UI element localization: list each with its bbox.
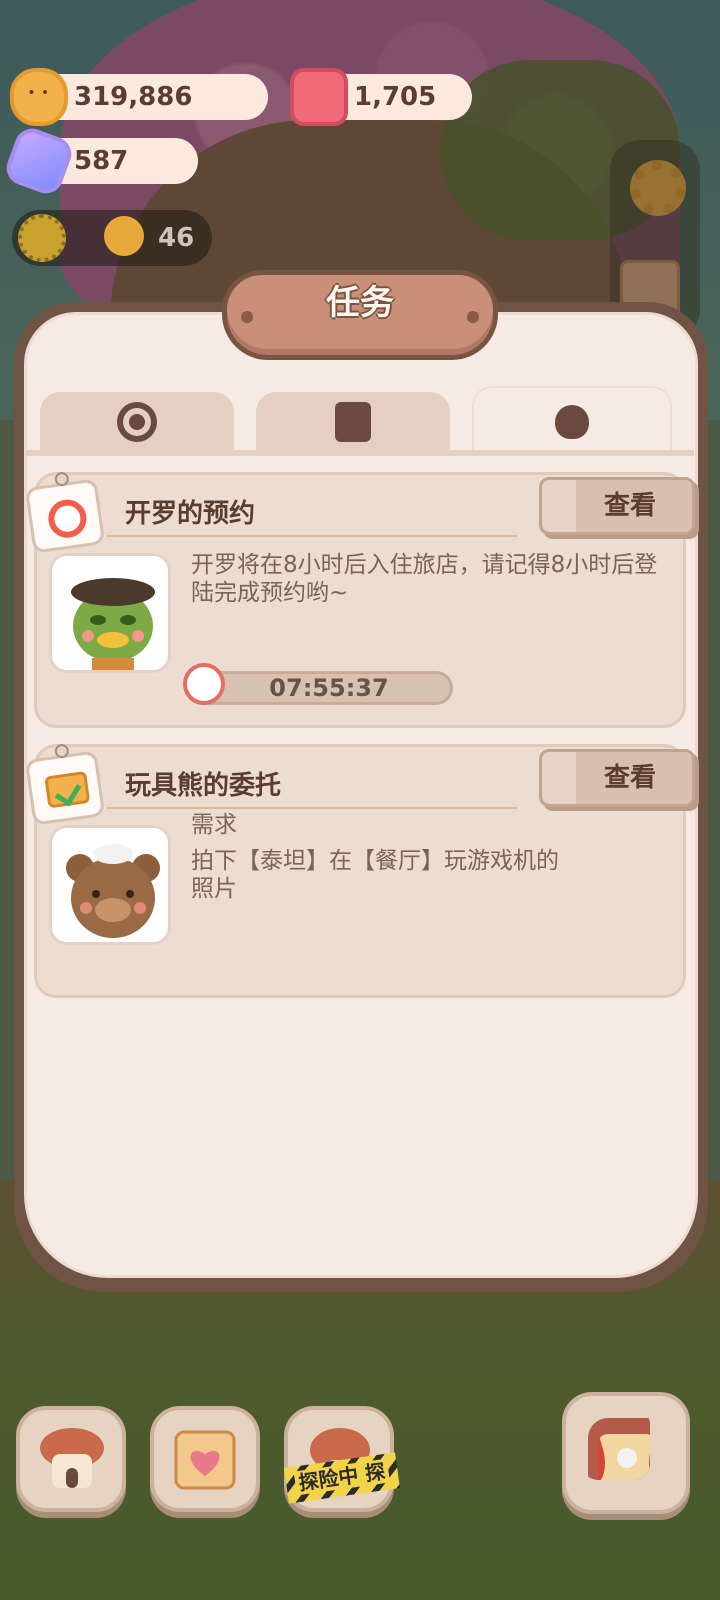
- mushroom-house-icon: [40, 1428, 104, 1488]
- task-card-reservation: 开罗的预约 查看 开罗将在8小时后入住旅店，请记得8小时后登陆完成预约哟~ 07…: [24, 471, 695, 728]
- pin-icon: [53, 743, 70, 759]
- requirement-label: 需求: [191, 812, 237, 838]
- pin-icon: [53, 471, 70, 487]
- jam-jar-icon: [290, 68, 348, 126]
- cookie-amount: 319,886: [74, 82, 193, 112]
- tab-cards[interactable]: [256, 392, 450, 452]
- nav-diary-button[interactable]: [150, 1406, 260, 1512]
- avatar: [49, 553, 171, 673]
- heart-calendar-icon: [174, 1430, 236, 1490]
- task-tag: [24, 743, 106, 826]
- green-duck-character-icon: [71, 578, 155, 670]
- brown-bear-character-icon: [66, 844, 160, 938]
- title-underline: [107, 807, 517, 809]
- jam-counter: 1,705: [290, 68, 472, 126]
- view-button[interactable]: 查看: [539, 477, 695, 535]
- theater-stage-icon: [588, 1418, 650, 1480]
- panel-title: 任务: [326, 283, 394, 323]
- stamina-amount: 46: [158, 223, 195, 253]
- task-tag: [24, 471, 106, 554]
- checklist-icon: [44, 770, 91, 809]
- tab-requests[interactable]: [472, 386, 672, 456]
- requirement-text: 拍下【泰坦】在【餐厅】玩游戏机的照片: [191, 848, 559, 902]
- view-button[interactable]: 查看: [539, 749, 695, 807]
- nav-home-button[interactable]: [16, 1406, 126, 1512]
- chick-icon: [104, 216, 144, 256]
- cookie-counter: 319,886: [10, 68, 268, 126]
- task-card-commission: 玩具熊的委托 查看 需求 拍下【泰坦】在【餐厅】玩游戏机的照片: [24, 743, 695, 998]
- crystal-amount: 587: [74, 146, 129, 176]
- stopwatch-icon: [183, 663, 225, 705]
- jam-amount: 1,705: [354, 82, 437, 112]
- cookie-icon: [10, 68, 68, 126]
- countdown-timer: 07:55:37: [185, 671, 453, 705]
- bear-silhouette-icon: [555, 405, 589, 439]
- task-title: 玩具熊的委托: [125, 771, 282, 801]
- exploring-status: 探险中 探: [293, 1458, 391, 1496]
- avatar: [49, 825, 171, 945]
- cards-icon: [335, 402, 371, 442]
- alarm-clock-icon: [45, 497, 89, 541]
- badge-icon: [117, 402, 157, 442]
- stamina-counter: 46: [12, 210, 212, 266]
- crystal-counter: 587: [1, 123, 198, 199]
- task-description: 开罗将在8小时后入住旅店，请记得8小时后登陆完成预约哟~: [191, 552, 658, 606]
- sun-gear-icon: [18, 214, 66, 262]
- tab-divider: [26, 450, 694, 456]
- tab-achievements[interactable]: [40, 392, 234, 452]
- panel-title-plate: 任务: [222, 270, 498, 360]
- title-underline: [107, 535, 517, 537]
- nav-theater-button[interactable]: [562, 1392, 690, 1514]
- task-title: 开罗的预约: [125, 499, 256, 529]
